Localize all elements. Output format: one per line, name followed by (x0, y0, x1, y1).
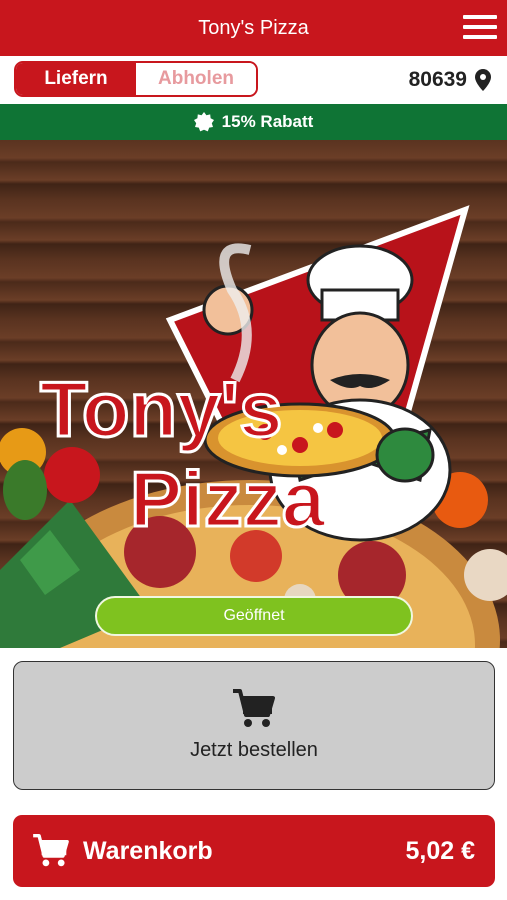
cart-button[interactable]: Warenkorb 5,02 € (13, 815, 495, 887)
logo-text-line2: Pizza (130, 455, 326, 543)
cart-total: 5,02 € (405, 836, 475, 865)
hamburger-menu-icon[interactable] (463, 12, 497, 42)
delivery-pickup-toggle: Liefern Abholen (14, 61, 258, 97)
discount-text: 15% Rabatt (221, 112, 314, 131)
order-mode-bar: Liefern Abholen 80639 (0, 56, 507, 104)
app-title: Tony's Pizza (198, 16, 309, 39)
order-now-button[interactable]: Jetzt bestellen (13, 661, 495, 790)
shopping-cart-icon (233, 689, 275, 727)
map-pin-icon (475, 69, 491, 91)
logo-text-line1: Tony's (40, 365, 282, 453)
cart-label: Warenkorb (83, 836, 213, 865)
open-status-button[interactable]: Geöffnet (95, 596, 413, 636)
chef-glove (375, 427, 435, 483)
pizza-illustration: Tony's Pizza (0, 205, 507, 648)
postal-code-selector[interactable]: 80639 (409, 66, 491, 94)
app-header: Tony's Pizza (0, 0, 507, 56)
hero-image: Tony's Pizza Geöffnet (0, 140, 507, 648)
tab-pickup[interactable]: Abholen (136, 63, 256, 95)
tab-delivery[interactable]: Liefern (16, 63, 136, 95)
tomato (44, 447, 100, 503)
order-now-label: Jetzt bestellen (190, 739, 318, 761)
discount-badge-icon (193, 112, 214, 132)
shopping-cart-icon (33, 834, 69, 867)
postal-code: 80639 (408, 68, 467, 91)
discount-banner: 15% Rabatt (0, 104, 507, 140)
